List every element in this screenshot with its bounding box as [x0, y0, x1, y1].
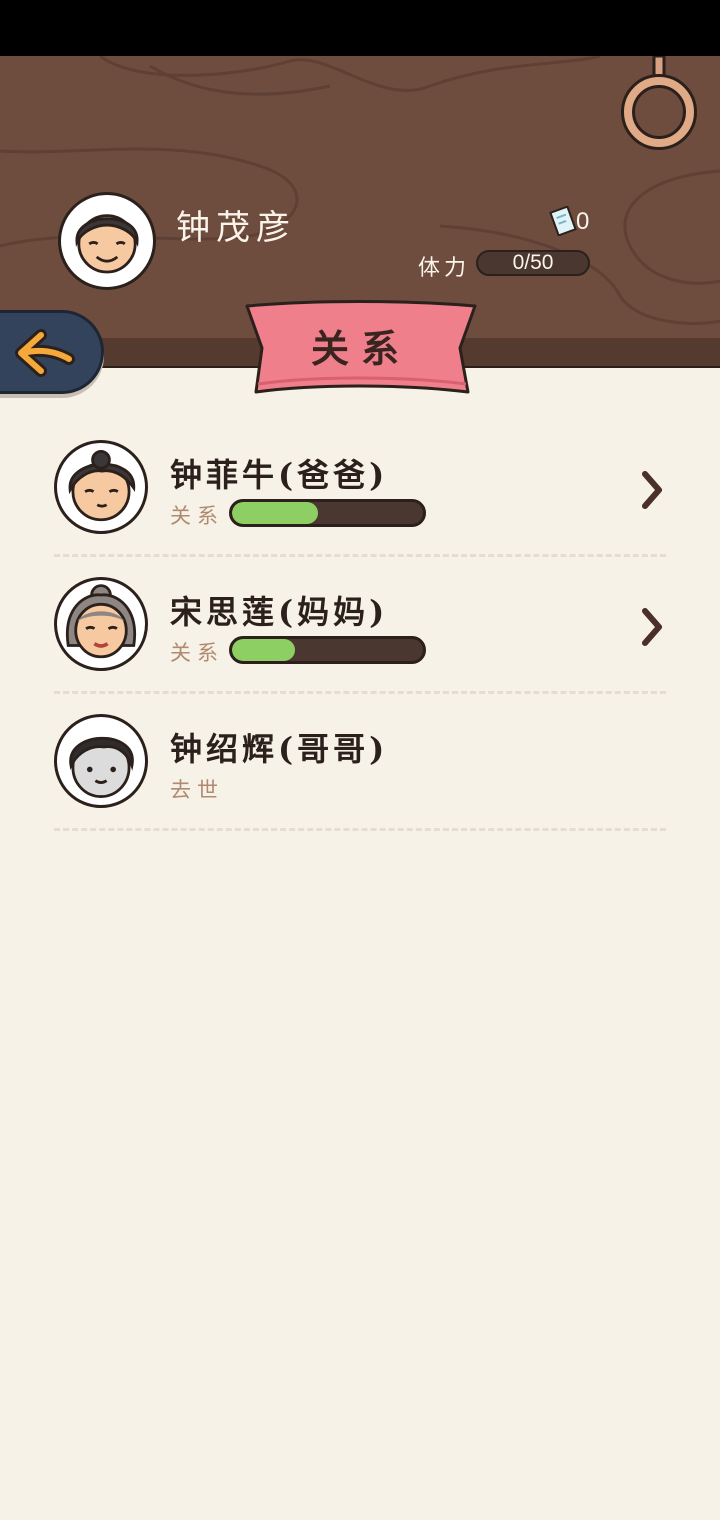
relative-name: 钟绍辉(哥哥)	[170, 730, 389, 768]
list-item[interactable]: 宋思莲(妈妈) 关系	[0, 557, 720, 694]
relation-label: 关系	[170, 641, 224, 665]
ticket-icon	[549, 206, 577, 236]
page-title: 关系	[310, 326, 411, 371]
relation-fill	[232, 502, 318, 524]
list-item[interactable]: 钟菲牛(爸爸) 关系	[0, 420, 720, 557]
status-bar	[0, 0, 720, 56]
ticket-count: 0	[576, 208, 590, 235]
chevron-right-icon[interactable]	[636, 605, 668, 649]
relation-bar	[229, 499, 426, 527]
brother-avatar	[54, 714, 148, 808]
relation-bar	[229, 636, 426, 664]
stamina-bar: 0/50	[476, 250, 590, 276]
player-avatar[interactable]	[58, 192, 156, 290]
relative-name: 钟菲牛(爸爸)	[170, 456, 389, 494]
father-avatar	[54, 440, 148, 534]
relative-name: 宋思莲(妈妈)	[170, 593, 389, 631]
stamina-value: 0/50	[512, 251, 554, 274]
list-item: 钟绍辉(哥哥) 去世	[0, 694, 720, 831]
back-button[interactable]	[0, 310, 104, 394]
deceased-status: 去世	[170, 778, 224, 802]
player-name: 钟茂彦	[176, 208, 296, 248]
relation-label: 关系	[170, 504, 224, 528]
ring-icon[interactable]	[620, 56, 700, 156]
mother-avatar	[54, 577, 148, 671]
stamina-label: 体力	[418, 256, 471, 281]
divider	[54, 828, 666, 831]
chevron-right-icon[interactable]	[636, 468, 668, 512]
back-arrow-icon	[15, 329, 75, 377]
relation-fill	[232, 639, 296, 661]
